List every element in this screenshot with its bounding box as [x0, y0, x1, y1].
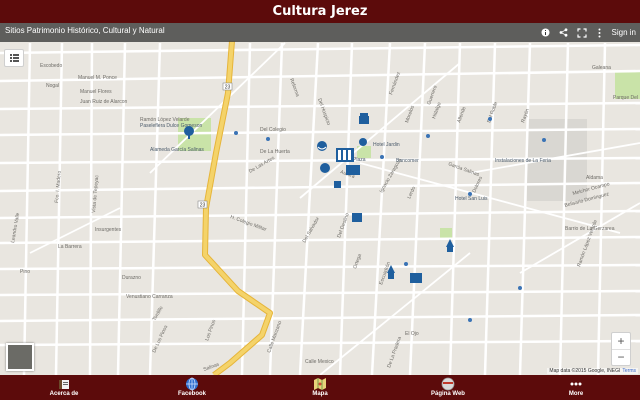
svg-text:Del Colegio: Del Colegio — [260, 127, 286, 133]
nav-label: More — [568, 391, 584, 397]
svg-text:Manuel Flores: Manuel Flores — [80, 89, 112, 95]
zoom-out-button[interactable]: − — [612, 349, 630, 365]
svg-text:Pino: Pino — [20, 269, 30, 275]
map-attribution: Map data ©2015 Google, INEGI Terms — [547, 368, 638, 374]
svg-text:Escobedo: Escobedo — [40, 63, 62, 69]
svg-text:Venustiano Carranza: Venustiano Carranza — [126, 294, 173, 300]
book-icon — [59, 380, 69, 389]
map-title: Sitios Patrimonio Histórico, Cultural y … — [5, 26, 165, 35]
park-small — [440, 228, 452, 238]
svg-text:Aldama: Aldama — [586, 175, 603, 181]
map-view[interactable]: 23 23 Galeana Parque Del Escobedo Manuel… — [0, 23, 640, 375]
svg-text:23: 23 — [225, 85, 231, 91]
nav-facebook[interactable]: Facebook — [128, 375, 256, 400]
satellite-toggle-thumbnail[interactable] — [6, 343, 34, 371]
svg-text:Juan Ruiz de Alarcon: Juan Ruiz de Alarcon — [80, 99, 127, 105]
svg-text:23: 23 — [200, 203, 206, 209]
more-icon — [570, 382, 582, 386]
svg-text:La Barrera: La Barrera — [58, 244, 82, 250]
app-window: Cultura Jerez 23 23 Galeana Parque Del E… — [0, 0, 640, 400]
nav-label: Página Web — [431, 391, 465, 397]
svg-text:Calle Mexico: Calle Mexico — [305, 359, 334, 365]
nav-label: Facebook — [177, 391, 206, 397]
svg-text:Alameda García Salinas: Alameda García Salinas — [150, 147, 204, 153]
info-icon[interactable] — [540, 27, 552, 39]
nav-acerca-de[interactable]: Acerca de — [0, 375, 128, 400]
svg-text:Hotel San Luis: Hotel San Luis — [455, 196, 488, 202]
terms-link[interactable]: Terms — [622, 368, 636, 374]
map-header-bar: Sitios Patrimonio Histórico, Cultural y … — [0, 23, 640, 42]
web-icon — [441, 377, 455, 391]
share-icon[interactable] — [558, 27, 570, 39]
zoom-in-button[interactable]: + — [612, 333, 630, 350]
svg-text:Insurgentes: Insurgentes — [95, 227, 122, 233]
map-canvas[interactable]: 23 23 Galeana Parque Del Escobedo Manuel… — [0, 23, 640, 375]
svg-text:Parque Del: Parque Del — [613, 95, 638, 101]
svg-text:Paseleflera Dulce Gomeson: Paseleflera Dulce Gomeson — [140, 123, 202, 129]
map-icon — [314, 378, 326, 390]
svg-text:Manuel M. Ponce: Manuel M. Ponce — [78, 75, 117, 81]
fullscreen-icon[interactable] — [576, 27, 588, 39]
svg-text:Instalaciones de La Feria: Instalaciones de La Feria — [495, 158, 551, 164]
list-icon — [10, 54, 19, 62]
svg-text:El Ojo: El Ojo — [405, 331, 419, 337]
nav-pagina-web[interactable]: Página Web — [384, 375, 512, 400]
svg-text:Galeana: Galeana — [592, 65, 611, 71]
map-controls: Sign in — [540, 25, 636, 40]
app-title: Cultura Jerez — [272, 4, 368, 19]
nav-label: Acerca de — [49, 391, 79, 397]
nav-mapa[interactable]: Mapa — [256, 375, 384, 400]
globe-icon — [186, 377, 198, 391]
zoom-control: + − — [611, 332, 631, 366]
svg-text:Hotel Jardin: Hotel Jardin — [373, 142, 400, 148]
svg-text:Durazno: Durazno — [122, 275, 141, 281]
sign-in-link[interactable]: Sign in — [612, 28, 636, 37]
svg-text:De La Huerta: De La Huerta — [260, 149, 290, 155]
bottom-navigation: Acerca de Facebook Mapa Página Web More — [0, 375, 640, 400]
attribution-text: Map data ©2015 Google, INEGI — [549, 368, 621, 374]
title-bar: Cultura Jerez — [0, 0, 640, 23]
nav-more[interactable]: More — [512, 375, 640, 400]
layers-button[interactable] — [4, 49, 24, 67]
svg-text:Nogal: Nogal — [46, 83, 59, 89]
nav-label: Mapa — [312, 391, 328, 397]
more-vert-icon[interactable] — [594, 27, 606, 39]
svg-text:Bancomer: Bancomer — [396, 158, 419, 164]
